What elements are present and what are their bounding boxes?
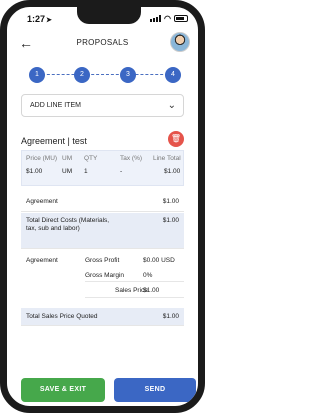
total-sales-price-label: Total Sales Price Quoted: [26, 313, 98, 320]
progress-stepper: 1 2 3 4: [29, 67, 181, 83]
col-header-line-total: Line Total: [153, 155, 181, 162]
add-line-item-label: ADD LINE ITEM: [30, 102, 81, 109]
line-item-header: Agreement | test 🗑: [21, 131, 184, 147]
save-exit-button[interactable]: SAVE & EXIT: [21, 378, 105, 402]
chevron-down-icon: ⌄: [167, 100, 176, 111]
gross-margin-value: 0%: [143, 272, 153, 279]
step-3[interactable]: 3: [120, 67, 136, 83]
sales-price-divider-top: [85, 281, 184, 282]
col-header-price: Price (MU): [26, 155, 58, 162]
cell-qty: 1: [84, 168, 88, 175]
status-icons: ◠: [150, 14, 188, 23]
gross-margin-label: Gross Margin: [85, 272, 125, 279]
profit-block: Agreement Gross Profit $0.00 USD Gross M…: [21, 253, 184, 305]
col-header-um: UM: [62, 155, 73, 162]
gross-profit-label: Gross Profit: [85, 257, 120, 264]
location-arrow-icon: ➤: [46, 17, 52, 24]
phone-frame: 1:27➤ ◠ ← PROPOSALS 1 2 3 4 ADD LINE ITE…: [0, 0, 205, 413]
total-direct-costs-value: $1.00: [162, 217, 179, 224]
agreement-value: $1.00: [162, 198, 179, 205]
send-button[interactable]: SEND: [114, 378, 196, 402]
step-1[interactable]: 1: [29, 67, 45, 83]
add-line-item-dropdown[interactable]: ADD LINE ITEM ⌄: [21, 94, 184, 117]
gross-profit-value: $0.00 USD: [143, 257, 175, 264]
agreement2-label: Agreement: [26, 257, 58, 264]
cell-tax: -: [120, 168, 123, 175]
phone-notch: [77, 7, 141, 24]
status-time-text: 1:27: [27, 14, 46, 24]
line-item-card: Price (MU) UM QTY Tax (%) Line Total $1.…: [21, 150, 184, 186]
sales-price-value: $1.00: [143, 287, 160, 294]
battery-icon: [174, 15, 188, 22]
avatar[interactable]: [170, 32, 190, 52]
sales-price-divider-bottom: [85, 297, 184, 298]
signal-icon: [150, 15, 162, 22]
stepper-line: [37, 74, 173, 75]
nav-bar: ← PROPOSALS: [7, 29, 198, 57]
cell-line-total: $1.00: [164, 168, 181, 175]
summary-row-total-direct-costs: Total Direct Costs (Materials, tax, sub …: [21, 213, 184, 249]
step-2[interactable]: 2: [74, 67, 90, 83]
cell-price: $1.00: [26, 168, 43, 175]
col-header-qty: QTY: [84, 155, 98, 162]
summary-row-agreement: Agreement $1.00: [21, 194, 184, 212]
total-sales-price-value: $1.00: [162, 313, 179, 320]
step-4[interactable]: 4: [165, 67, 181, 83]
wifi-icon: ◠: [164, 14, 171, 23]
agreement-label: Agreement: [26, 198, 58, 205]
summary-row-total-sales-price: Total Sales Price Quoted $1.00: [21, 308, 184, 326]
delete-icon[interactable]: 🗑: [168, 131, 184, 147]
line-item-title: Agreement | test: [21, 136, 87, 146]
col-header-tax: Tax (%): [120, 155, 143, 162]
status-time: 1:27➤: [27, 14, 52, 24]
total-direct-costs-label: Total Direct Costs (Materials, tax, sub …: [26, 217, 110, 232]
cell-um: UM: [62, 168, 73, 175]
